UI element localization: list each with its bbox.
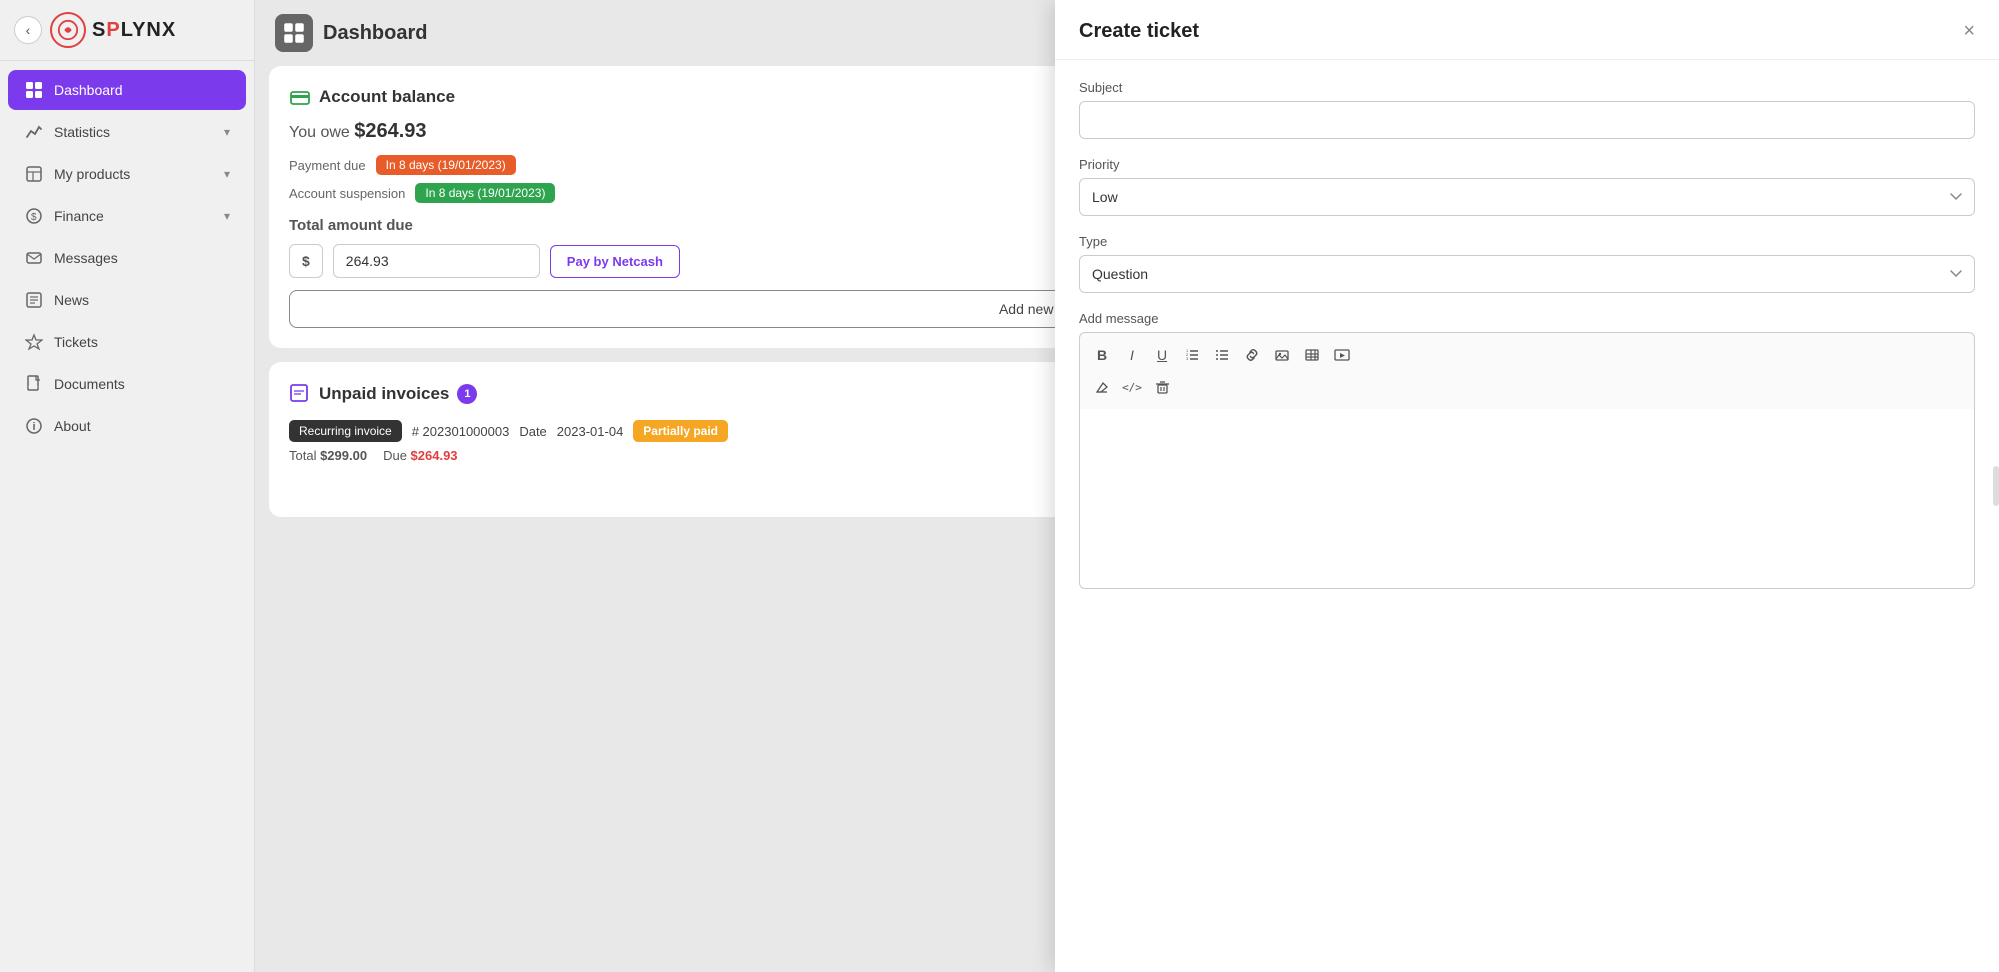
italic-button[interactable]: I: [1118, 341, 1146, 369]
svg-text:$: $: [31, 212, 37, 223]
priority-select[interactable]: Low Medium High Critical: [1079, 178, 1975, 216]
sidebar-item-tickets[interactable]: Tickets: [8, 322, 246, 362]
logo-area: SPLYNX: [50, 12, 176, 48]
page-title: Dashboard: [323, 22, 427, 45]
underline-button[interactable]: U: [1148, 341, 1176, 369]
sidebar-item-my-products[interactable]: My products ▾: [8, 154, 246, 194]
chevron-down-icon: ▾: [224, 209, 230, 223]
sidebar-item-about[interactable]: i About: [8, 406, 246, 446]
news-icon: [24, 290, 44, 310]
account-balance-title: Account balance: [319, 87, 455, 107]
pay-netcash-button[interactable]: Pay by Netcash: [550, 245, 680, 278]
sidebar-item-dashboard[interactable]: Dashboard: [8, 70, 246, 110]
modal-header: Create ticket ×: [1055, 0, 1999, 60]
bold-button[interactable]: B: [1088, 341, 1116, 369]
topbar-dashboard-icon: [275, 14, 313, 52]
modal-body: Subject Priority Low Medium High Critica…: [1055, 60, 1999, 972]
sidebar-item-messages[interactable]: Messages: [8, 238, 246, 278]
invoice-number: # 202301000003: [412, 424, 510, 439]
sidebar-item-label: News: [54, 292, 230, 308]
sidebar-item-statistics[interactable]: Statistics ▾: [8, 112, 246, 152]
ordered-list-button[interactable]: 123: [1178, 341, 1206, 369]
sidebar-item-label: Statistics: [54, 124, 214, 140]
invoices-title: Unpaid invoices: [319, 384, 449, 404]
modal-title: Create ticket: [1079, 20, 1199, 43]
invoice-status-badge: Partially paid: [633, 420, 728, 442]
sidebar-header: ‹ SPLYNX: [0, 0, 254, 61]
priority-group: Priority Low Medium High Critical: [1079, 157, 1975, 216]
invoice-type-badge: Recurring invoice: [289, 420, 402, 442]
invoices-icon: [289, 383, 311, 405]
sidebar-nav: Dashboard Statistics ▾ My products ▾ $ F…: [0, 61, 254, 455]
balance-card-icon: [289, 86, 311, 108]
image-link-button[interactable]: [1268, 341, 1296, 369]
priority-label: Priority: [1079, 157, 1975, 172]
modal-close-button[interactable]: ×: [1963, 20, 1975, 43]
table-button[interactable]: [1298, 341, 1326, 369]
editor-toolbar: B I U 123: [1079, 332, 1975, 409]
sidebar-item-finance[interactable]: $ Finance ▾: [8, 196, 246, 236]
tickets-icon: [24, 332, 44, 352]
type-label: Type: [1079, 234, 1975, 249]
modal-resize-handle[interactable]: [1993, 466, 1999, 506]
svg-text:3: 3: [1186, 356, 1189, 361]
subject-group: Subject: [1079, 80, 1975, 139]
type-group: Type Question Incident Problem Feature R…: [1079, 234, 1975, 293]
media-button[interactable]: [1328, 341, 1356, 369]
statistics-icon: [24, 122, 44, 142]
sidebar-item-news[interactable]: News: [8, 280, 246, 320]
svg-text:i: i: [33, 421, 36, 433]
logo-text: SPLYNX: [92, 19, 176, 42]
sidebar-item-documents[interactable]: Documents: [8, 364, 246, 404]
balance-value: $264.93: [354, 120, 426, 142]
invoice-date-label: Date: [519, 424, 546, 439]
amount-input[interactable]: [333, 244, 540, 278]
sidebar: ‹ SPLYNX Dashboard Statistics ▾: [0, 0, 255, 972]
message-editor[interactable]: [1079, 409, 1975, 589]
link-button[interactable]: [1238, 341, 1266, 369]
logo-icon: [50, 12, 86, 48]
type-select[interactable]: Question Incident Problem Feature Reques…: [1079, 255, 1975, 293]
invoices-count: 1: [457, 384, 477, 404]
subject-label: Subject: [1079, 80, 1975, 95]
dashboard-icon: [24, 80, 44, 100]
delete-button[interactable]: [1148, 373, 1176, 401]
chevron-down-icon: ▾: [224, 125, 230, 139]
sidebar-item-label: Messages: [54, 250, 230, 266]
messages-icon: [24, 248, 44, 268]
invoice-due: Due $264.93: [383, 448, 457, 463]
eraser-button[interactable]: [1088, 373, 1116, 401]
suspension-badge: In 8 days (19/01/2023): [415, 183, 555, 203]
chevron-down-icon: ▾: [224, 167, 230, 181]
sidebar-item-label: Finance: [54, 208, 214, 224]
sidebar-item-label: Documents: [54, 376, 230, 392]
subject-input[interactable]: [1079, 101, 1975, 139]
invoice-total: Total $299.00: [289, 448, 367, 463]
finance-icon: $: [24, 206, 44, 226]
code-button[interactable]: </>: [1118, 373, 1146, 401]
sidebar-item-label: My products: [54, 166, 214, 182]
create-ticket-modal: Create ticket × Subject Priority Low Med…: [1055, 0, 1999, 972]
message-group: Add message B I U 123: [1079, 311, 1975, 589]
sidebar-item-label: Dashboard: [54, 82, 230, 98]
products-icon: [24, 164, 44, 184]
about-icon: i: [24, 416, 44, 436]
sidebar-item-label: Tickets: [54, 334, 230, 350]
invoice-date-value: 2023-01-04: [557, 424, 624, 439]
back-button[interactable]: ‹: [14, 16, 42, 44]
add-message-label: Add message: [1079, 311, 1975, 326]
sidebar-item-label: About: [54, 418, 230, 434]
currency-symbol: $: [289, 244, 323, 278]
payment-due-badge: In 8 days (19/01/2023): [376, 155, 516, 175]
documents-icon: [24, 374, 44, 394]
unordered-list-button[interactable]: [1208, 341, 1236, 369]
